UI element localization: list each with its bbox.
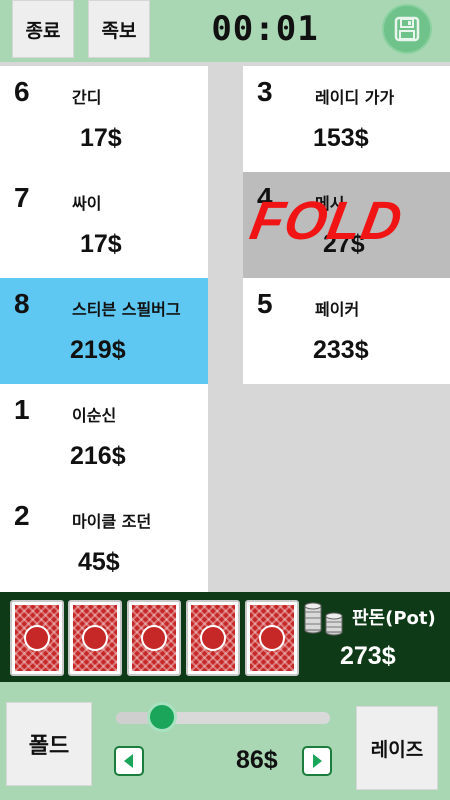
player-number: 7 <box>14 182 30 213</box>
card-emblem-icon <box>24 625 50 651</box>
player-money: 17$ <box>80 124 122 152</box>
community-card-4 <box>186 600 240 676</box>
bet-amount: 86$ <box>236 746 278 774</box>
community-card-2 <box>68 600 122 676</box>
table-area: 6 간디 17$ 7 싸이 17$ 8 스티븐 스필버그 219$ 1 이순신 … <box>0 62 450 592</box>
quit-button[interactable]: 종료 <box>12 0 74 58</box>
player-seat-6: 6 간디 17$ <box>0 66 208 172</box>
player-money: 153$ <box>313 124 369 152</box>
player-number: 1 <box>14 394 30 425</box>
arrow-left-icon <box>124 754 133 768</box>
player-seat-5-content: 5 페이커 233$ <box>243 278 450 384</box>
chip-stack-icon <box>304 602 343 636</box>
player-name: 스티븐 스필버그 <box>72 300 181 319</box>
player-seat-8-active: 8 스티븐 스필버그 219$ <box>0 278 208 384</box>
card-emblem-icon <box>141 625 167 651</box>
player-number: 2 <box>14 500 30 531</box>
community-card-3 <box>127 600 181 676</box>
card-back <box>132 605 176 671</box>
card-back <box>191 605 235 671</box>
player-number: 3 <box>257 76 273 107</box>
community-board: 판돈(Pot) 273$ <box>0 592 450 682</box>
player-number: 6 <box>14 76 30 107</box>
increase-bet-button[interactable] <box>302 746 332 776</box>
decrease-bet-button[interactable] <box>114 746 144 776</box>
player-name: 이순신 <box>72 406 117 425</box>
player-seat-4-folded: 4 메시 27$ FOLD <box>243 172 450 278</box>
player-name: 싸이 <box>72 194 102 213</box>
bet-slider-handle[interactable] <box>147 702 178 732</box>
player-seat-2: 2 마이클 조던 45$ <box>0 490 208 596</box>
player-money: 216$ <box>70 442 126 470</box>
player-money: 233$ <box>313 336 369 364</box>
pot-label: 판돈(Pot) <box>352 608 436 629</box>
community-card-5 <box>245 600 299 676</box>
player-seat-1: 1 이순신 216$ <box>0 384 208 490</box>
player-name: 페이커 <box>315 300 360 319</box>
card-back <box>15 605 59 671</box>
player-list-left: 6 간디 17$ 7 싸이 17$ 8 스티븐 스필버그 219$ 1 이순신 … <box>0 66 208 592</box>
player-money: 17$ <box>80 230 122 258</box>
player-money: 45$ <box>78 548 120 576</box>
card-back <box>73 605 117 671</box>
card-emblem-icon <box>259 625 285 651</box>
player-seat-3: 3 레이디 가가 153$ <box>243 66 450 172</box>
game-timer: 00:01 <box>211 9 319 49</box>
bet-slider[interactable] <box>116 702 330 732</box>
raise-button[interactable]: 레이즈 <box>356 706 438 790</box>
player-seat-7: 7 싸이 17$ <box>0 172 208 278</box>
card-emblem-icon <box>200 625 226 651</box>
floppy-disk-icon <box>394 16 420 42</box>
player-seat-3-content: 3 레이디 가가 153$ <box>243 66 450 172</box>
card-emblem-icon <box>82 625 108 651</box>
community-card-1 <box>10 600 64 676</box>
fold-button[interactable]: 폴드 <box>6 702 92 786</box>
save-button[interactable] <box>382 4 432 54</box>
player-name: 마이클 조던 <box>72 512 152 531</box>
card-back <box>250 605 294 671</box>
player-name: 레이디 가가 <box>315 88 395 107</box>
player-money: 219$ <box>70 336 126 364</box>
fold-status-label: FOLD <box>245 191 408 251</box>
pot-value: 273$ <box>340 642 396 670</box>
arrow-right-icon <box>313 754 322 768</box>
player-name: 간디 <box>72 88 102 107</box>
betting-controls: 폴드 86$ 레이즈 <box>0 682 450 800</box>
hand-rankings-button[interactable]: 족보 <box>88 0 150 58</box>
player-number: 8 <box>14 288 30 319</box>
player-seat-5: 5 페이커 233$ <box>243 278 450 384</box>
player-number: 5 <box>257 288 273 319</box>
top-bar: 종료 족보 00:01 <box>0 0 450 62</box>
